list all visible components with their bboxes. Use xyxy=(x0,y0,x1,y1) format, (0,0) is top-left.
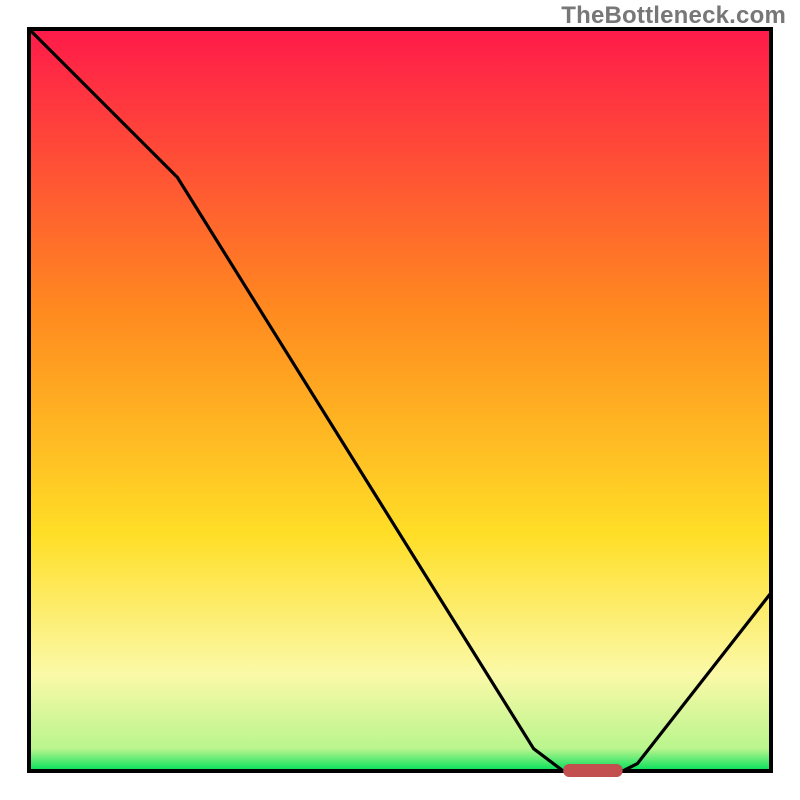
bottleneck-chart xyxy=(0,0,800,800)
watermark-text: TheBottleneck.com xyxy=(561,2,786,30)
optimal-range-marker xyxy=(563,764,622,777)
